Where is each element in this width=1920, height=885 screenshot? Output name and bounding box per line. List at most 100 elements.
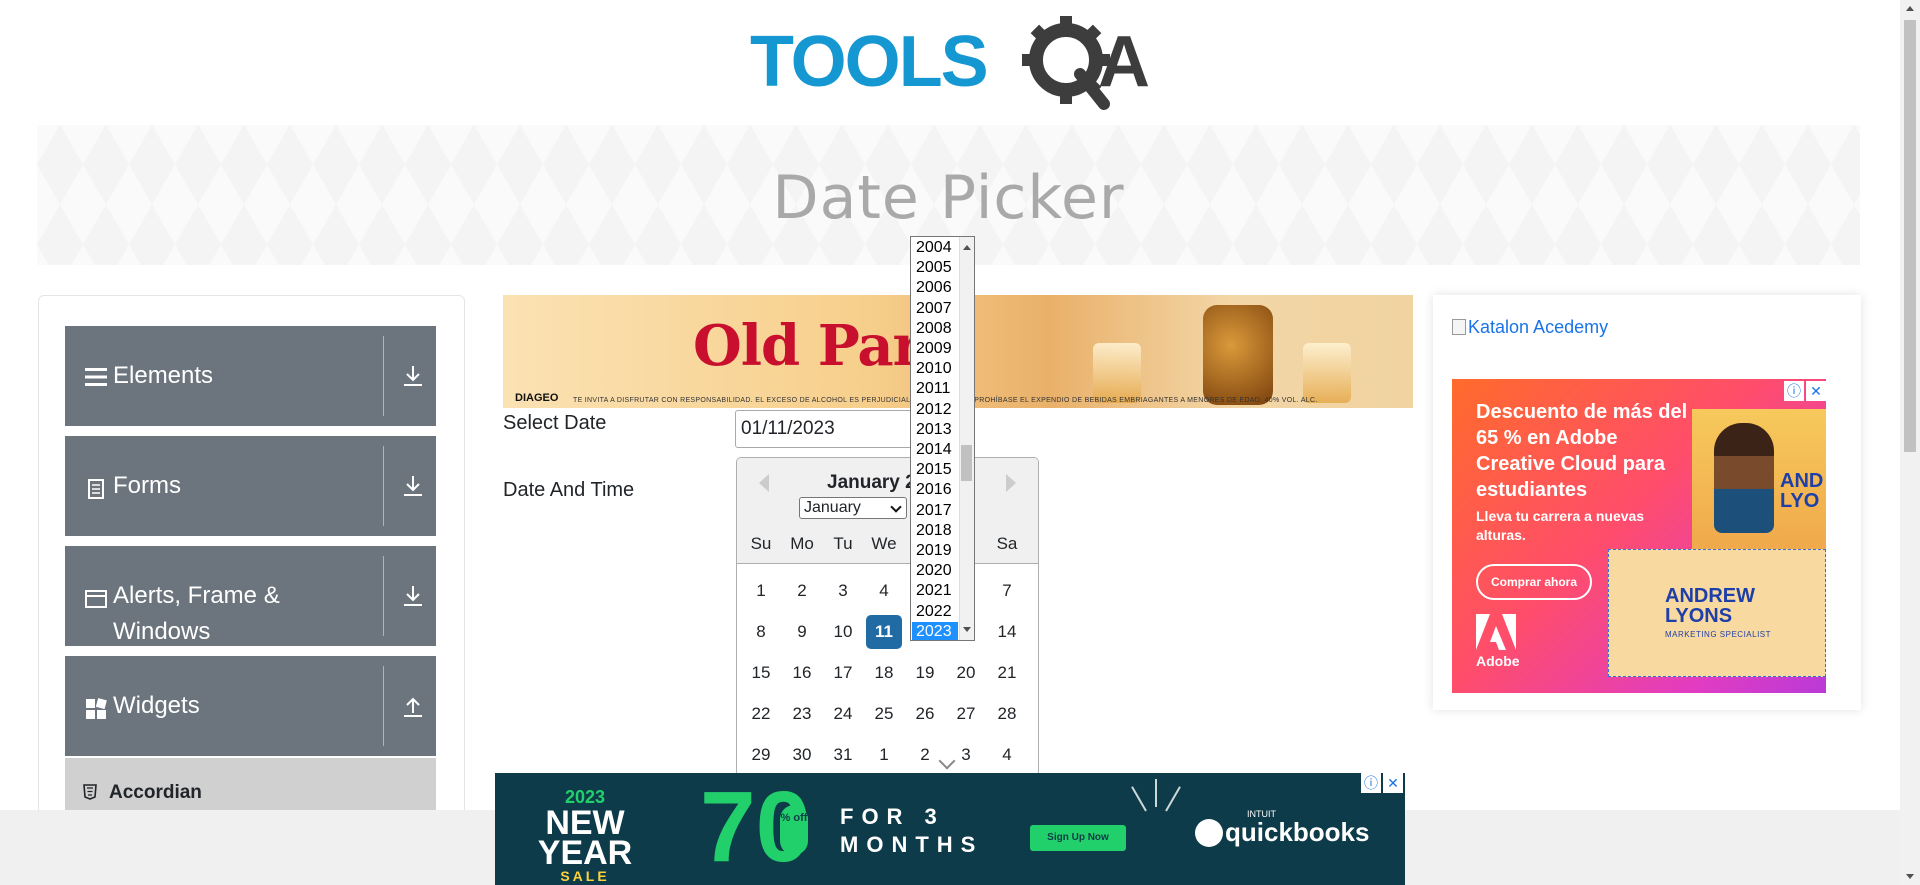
current-month-title: January 2 <box>827 472 916 493</box>
calendar-day[interactable]: 25 <box>866 697 902 731</box>
sidebar-group-label-line2: Windows <box>113 618 211 645</box>
ad-headline: Descuento de más del 65 % en Adobe Creat… <box>1476 401 1688 501</box>
month-select[interactable]: January <box>799 497 907 519</box>
partial-name: AND LYO <box>1780 470 1824 512</box>
calendar-day[interactable]: 2 <box>784 574 820 608</box>
year-dropdown-list[interactable]: 2004 2005 2006 2007 2008 2009 2010 2011 2012 2013… <box>910 236 975 641</box>
year-option[interactable]: 2013 <box>912 420 958 440</box>
page-scrollbar[interactable] <box>1900 0 1920 885</box>
year-option[interactable]: 2004 <box>912 238 958 258</box>
calendar-day[interactable]: 9 <box>784 615 820 649</box>
calendar-day[interactable]: 8 <box>743 615 779 649</box>
calendar-day[interactable]: 29 <box>743 738 779 772</box>
calendar-day[interactable]: 7 <box>989 574 1025 608</box>
scroll-up-icon[interactable] <box>963 245 971 250</box>
calendar-day[interactable]: 16 <box>784 656 820 690</box>
calendar-day[interactable]: 3 <box>948 738 984 772</box>
year-option[interactable]: 2018 <box>912 521 958 541</box>
comprar-ahora-button[interactable]: Comprar ahora <box>1476 564 1592 600</box>
sidebar-group-elements[interactable]: Elements <box>65 326 436 426</box>
calendar-day[interactable]: 3 <box>825 574 861 608</box>
quickbooks-logo-icon <box>1195 819 1223 847</box>
year-option[interactable]: 2019 <box>912 541 958 561</box>
scroll-thumb[interactable] <box>961 445 972 481</box>
divider <box>383 666 384 746</box>
calendar-day[interactable]: 2 <box>907 738 943 772</box>
ad-info-icon[interactable]: ⓘ <box>1784 381 1804 401</box>
calendar-day[interactable]: 22 <box>743 697 779 731</box>
ad-company: DIAGEO <box>515 392 559 404</box>
toolsqa-logo[interactable]: TOOLS A <box>748 16 1158 114</box>
calendar-day[interactable]: 4 <box>866 574 902 608</box>
upload-arrow-icon[interactable] <box>400 693 426 719</box>
calendar-day[interactable]: 11 <box>866 615 902 649</box>
firework-icon <box>1165 786 1181 812</box>
scroll-down-icon[interactable] <box>1906 874 1914 879</box>
download-arrow-icon[interactable] <box>400 473 426 499</box>
calendar-day[interactable]: 26 <box>907 697 943 731</box>
calendar-day[interactable]: 1 <box>743 574 779 608</box>
promo-line1: FOR 3 <box>840 804 945 829</box>
year-option[interactable]: 2008 <box>912 319 958 339</box>
calendar-day[interactable]: 19 <box>907 656 943 690</box>
year-option[interactable]: 2022 <box>912 602 958 622</box>
calendar-day[interactable]: 17 <box>825 656 861 690</box>
weekday-label: Mo <box>790 534 814 553</box>
calendar-day[interactable]: 20 <box>948 656 984 690</box>
year-option[interactable]: 2023 <box>912 621 958 640</box>
calendar-day[interactable]: 15 <box>743 656 779 690</box>
ad-info-icon[interactable]: ⓘ <box>1361 773 1381 793</box>
select-date-input[interactable]: 01/11/2023 <box>735 410 935 448</box>
scroll-thumb[interactable] <box>1904 20 1916 452</box>
download-arrow-icon[interactable] <box>400 583 426 609</box>
year-option[interactable]: 2012 <box>912 400 958 420</box>
year-option[interactable]: 2011 <box>912 379 958 399</box>
year-option[interactable]: 2009 <box>912 339 958 359</box>
sidebar-group-alerts-frame-windows[interactable]: Alerts, Frame & Windows <box>65 546 436 646</box>
year-option[interactable]: 2005 <box>912 258 958 278</box>
previous-month-icon[interactable] <box>759 474 769 492</box>
calendar-day[interactable]: 28 <box>989 697 1025 731</box>
year-option[interactable]: 2016 <box>912 480 958 500</box>
next-month-icon[interactable] <box>1006 474 1016 492</box>
svg-text:A: A <box>1098 22 1150 102</box>
calendar-day[interactable]: 18 <box>866 656 902 690</box>
year-option[interactable]: 2014 <box>912 440 958 460</box>
scroll-up-icon[interactable] <box>1906 6 1914 11</box>
year-option[interactable]: 2015 <box>912 460 958 480</box>
sign-up-now-button[interactable]: Sign Up Now <box>1030 825 1126 851</box>
calendar-day[interactable]: 4 <box>989 738 1025 772</box>
calendar-day[interactable]: 21 <box>989 656 1025 690</box>
katalon-academy-link[interactable]: Katalon Acedemy <box>1452 317 1608 338</box>
year-option[interactable]: 2010 <box>912 359 958 379</box>
datepicker-popup: January 2 January SuMoTuWeThFrSa 1234789… <box>736 457 1039 777</box>
download-arrow-icon[interactable] <box>400 363 426 389</box>
calendar-day[interactable]: 31 <box>825 738 861 772</box>
calendar-day[interactable]: 27 <box>948 697 984 731</box>
calendar-day[interactable]: 30 <box>784 738 820 772</box>
close-icon[interactable]: ✕ <box>1383 773 1403 793</box>
year-option[interactable]: 2020 <box>912 561 958 581</box>
calendar-day[interactable]: 24 <box>825 697 861 731</box>
year-option[interactable]: 2017 <box>912 501 958 521</box>
close-icon[interactable]: ✕ <box>1806 381 1826 401</box>
year-option[interactable]: 2007 <box>912 299 958 319</box>
quickbooks-ad[interactable]: 2023 NEW YEAR SALE 70 % off FOR 3 MONTHS… <box>495 773 1405 885</box>
calendar-day[interactable]: 14 <box>989 615 1025 649</box>
year-option[interactable]: 2021 <box>912 581 958 601</box>
adobe-logo-icon <box>1476 614 1516 650</box>
year-list-scrollbar[interactable] <box>959 237 974 640</box>
sidebar-group-forms[interactable]: Forms <box>65 436 436 536</box>
widgets-icon <box>86 698 107 719</box>
sidebar-group-widgets[interactable]: Widgets <box>65 656 436 756</box>
year-option[interactable]: 2006 <box>912 278 958 298</box>
sidebar-item-accordian[interactable]: Accordian <box>65 758 436 818</box>
document-icon <box>88 479 104 499</box>
calendar-day[interactable]: 1 <box>866 738 902 772</box>
calendar-day[interactable]: 10 <box>825 615 861 649</box>
adobe-ad[interactable]: AND LYO ANDREW LYONS MARKETING SPECIALIS… <box>1452 379 1826 693</box>
weekday-label: Su <box>750 534 772 553</box>
calendar-day[interactable]: 23 <box>784 697 820 731</box>
scroll-down-icon[interactable] <box>963 627 971 632</box>
divider <box>383 556 384 636</box>
